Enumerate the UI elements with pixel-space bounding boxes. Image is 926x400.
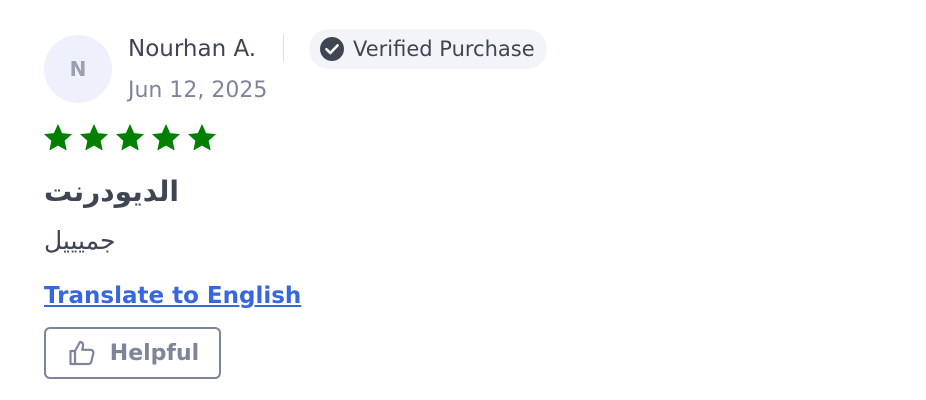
- verified-purchase-label: Verified Purchase: [353, 37, 535, 61]
- star-icon: [152, 124, 180, 151]
- review-title: الديودرنت: [44, 175, 179, 208]
- star-icon: [80, 124, 108, 151]
- star-icon: [188, 124, 216, 151]
- verified-purchase-badge: Verified Purchase: [309, 29, 547, 69]
- review-card: N Nourhan A. Verified Purchase Jun 12, 2…: [0, 0, 926, 400]
- review-body: جميييل: [44, 226, 116, 255]
- avatar: N: [44, 35, 112, 103]
- helpful-button[interactable]: Helpful: [44, 327, 221, 379]
- avatar-initial: N: [69, 57, 87, 81]
- thumbs-up-icon: [66, 337, 98, 369]
- translate-link[interactable]: Translate to English: [44, 280, 301, 312]
- star-rating: [42, 122, 218, 154]
- helpful-label: Helpful: [109, 340, 200, 366]
- star-icon: [44, 124, 72, 151]
- star-icon: [116, 124, 144, 151]
- divider: [283, 34, 284, 62]
- review-date: Jun 12, 2025: [128, 78, 268, 103]
- reviewer-name: Nourhan A.: [128, 36, 257, 62]
- check-circle-icon: [319, 36, 345, 62]
